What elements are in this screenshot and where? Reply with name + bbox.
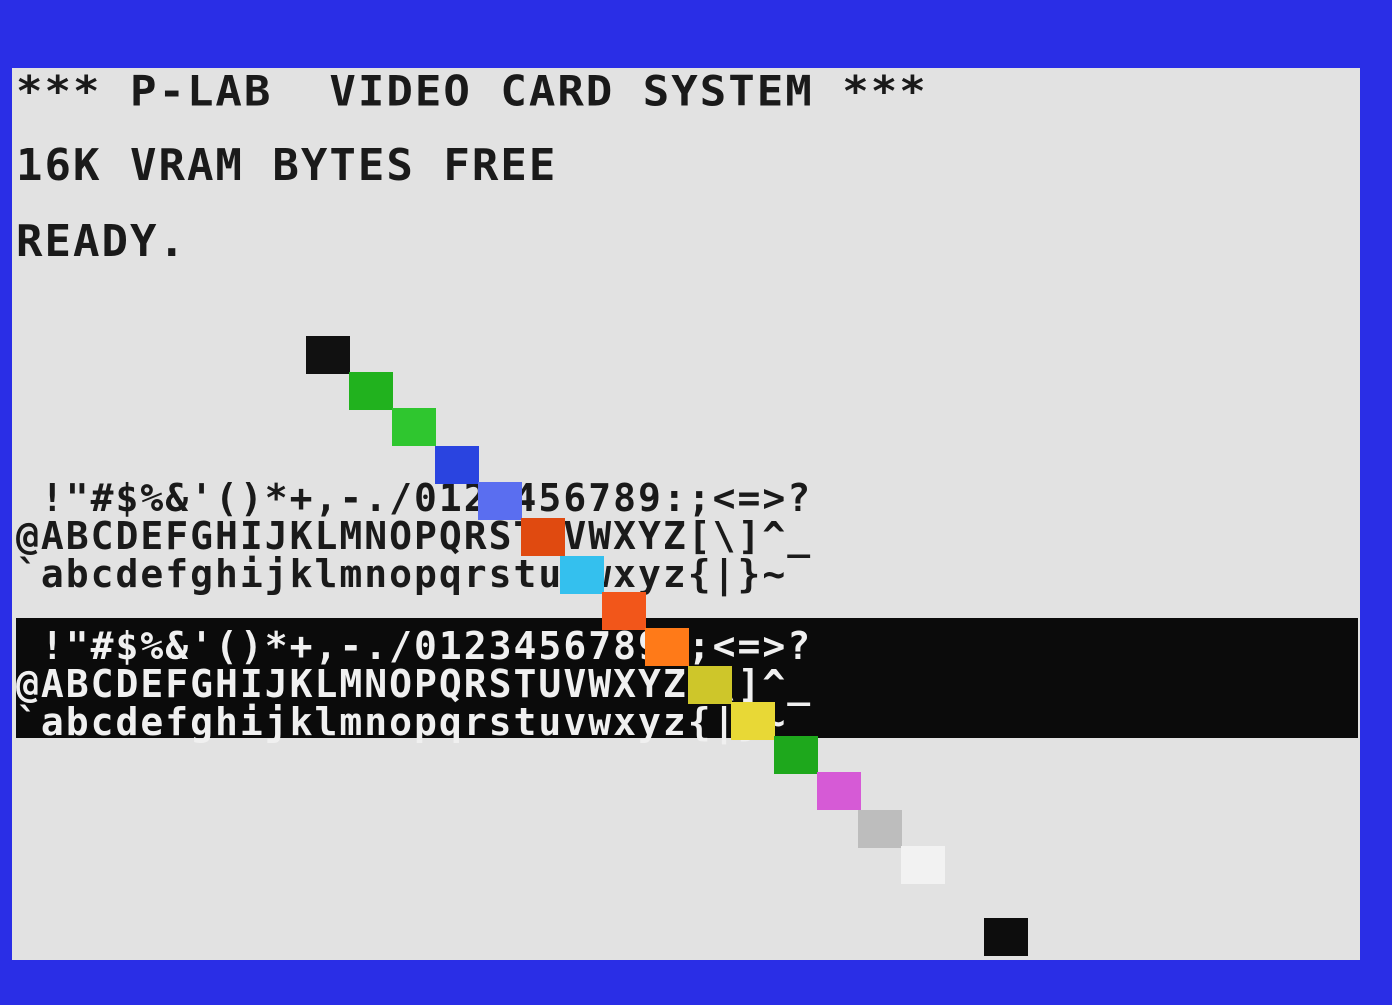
ready-prompt: READY. [16, 216, 187, 267]
color-tile-light-red [645, 628, 689, 666]
color-tile-white [901, 846, 945, 884]
color-tile-black [306, 336, 350, 374]
boot-title: *** P-LAB VIDEO CARD SYSTEM *** [16, 68, 928, 116]
color-tile-cyan [560, 556, 604, 594]
color-tile-light-green [392, 408, 436, 446]
color-tile-dark-blue [435, 446, 479, 484]
color-tile-black-2 [984, 918, 1028, 956]
color-tile-gray [858, 810, 902, 848]
color-tile-light-blue [478, 482, 522, 520]
video-screen: *** P-LAB VIDEO CARD SYSTEM *** 16K VRAM… [12, 68, 1360, 960]
color-tile-light-yellow [731, 702, 775, 740]
color-tile-magenta [817, 772, 861, 810]
color-tile-dark-yellow [688, 666, 732, 704]
charset-inverse-row-3: `abcdefghijklmnopqrstuvwxyz{|}~ [16, 700, 788, 744]
vram-free-message: 16K VRAM BYTES FREE [16, 140, 558, 191]
color-tile-green [349, 372, 393, 410]
color-tile-medium-red [602, 592, 646, 630]
charset-normal-row-3: `abcdefghijklmnopqrstuvwxyz{|}~ [16, 552, 788, 596]
color-tile-dark-red [521, 518, 565, 556]
color-tile-dark-green [774, 736, 818, 774]
